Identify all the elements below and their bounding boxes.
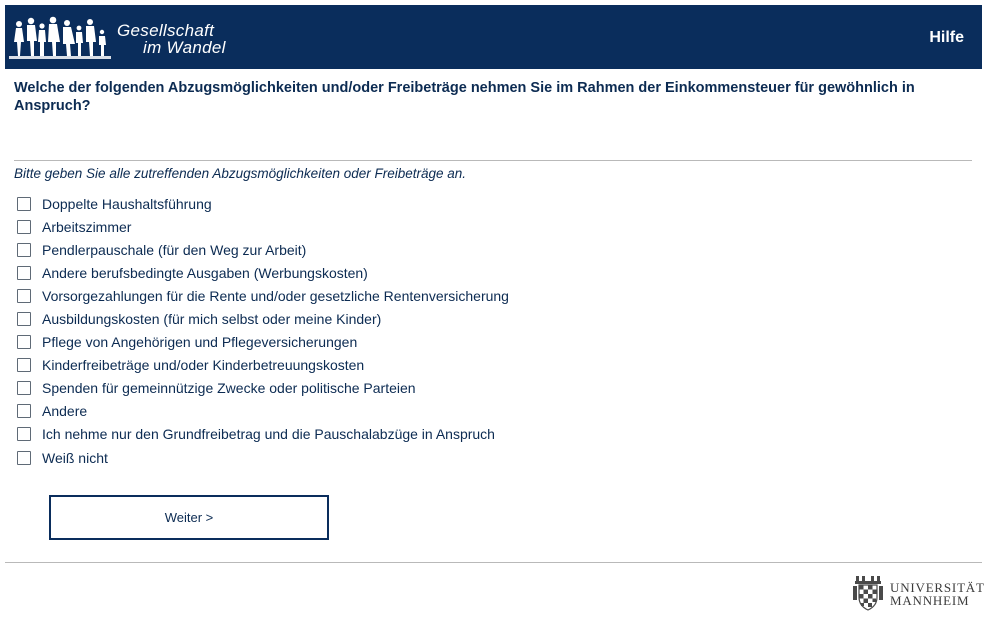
logo-line2: im Wandel bbox=[143, 38, 226, 57]
checkbox[interactable] bbox=[17, 312, 31, 327]
option-item[interactable]: Ich nehme nur den Grundfreibetrag und di… bbox=[17, 423, 509, 446]
divider bbox=[14, 160, 972, 161]
checkbox[interactable] bbox=[17, 265, 31, 280]
option-label[interactable]: Kinderfreibeträge und/oder Kinderbetreuu… bbox=[42, 357, 364, 373]
option-item[interactable]: Andere berufsbedingte Ausgaben (Werbungs… bbox=[17, 261, 509, 284]
option-item[interactable]: Weiß nicht bbox=[17, 446, 509, 469]
option-label[interactable]: Ausbildungskosten (für mich selbst oder … bbox=[42, 311, 381, 327]
option-label[interactable]: Weiß nicht bbox=[42, 450, 108, 466]
option-label[interactable]: Andere berufsbedingte Ausgaben (Werbungs… bbox=[42, 265, 368, 281]
option-item[interactable]: Pflege von Angehörigen und Pflegeversich… bbox=[17, 331, 509, 354]
option-item[interactable]: Andere bbox=[17, 400, 509, 423]
next-button[interactable]: Weiter > bbox=[49, 495, 329, 540]
option-label[interactable]: Ich nehme nur den Grundfreibetrag und di… bbox=[42, 426, 495, 442]
options-list: Doppelte Haushaltsführung Arbeitszimmer … bbox=[17, 192, 509, 469]
option-item[interactable]: Vorsorgezahlungen für die Rente und/oder… bbox=[17, 284, 509, 307]
option-item[interactable]: Doppelte Haushaltsführung bbox=[17, 192, 509, 215]
checkbox[interactable] bbox=[17, 219, 31, 234]
checkbox[interactable] bbox=[17, 427, 31, 442]
checkbox[interactable] bbox=[17, 288, 31, 303]
people-silhouettes-icon bbox=[9, 16, 111, 59]
option-label[interactable]: Arbeitszimmer bbox=[42, 219, 131, 235]
header-bar: Gesellschaft im Wandel Hilfe bbox=[5, 5, 982, 69]
checkbox[interactable] bbox=[17, 450, 31, 465]
help-link[interactable]: Hilfe bbox=[929, 29, 964, 47]
university-line2: MANNHEIM bbox=[890, 593, 970, 608]
option-label[interactable]: Pendlerpauschale (für den Weg zur Arbeit… bbox=[42, 242, 306, 258]
universitaet-mannheim-logo: UNIVERSITÄT MANNHEIM bbox=[850, 574, 985, 614]
option-item[interactable]: Arbeitszimmer bbox=[17, 215, 509, 238]
option-item[interactable]: Ausbildungskosten (für mich selbst oder … bbox=[17, 307, 509, 330]
instruction-text: Bitte geben Sie alle zutreffenden Abzugs… bbox=[14, 166, 467, 181]
gesellschaft-im-wandel-logo: Gesellschaft im Wandel bbox=[9, 12, 249, 66]
checkbox[interactable] bbox=[17, 196, 31, 211]
checkbox[interactable] bbox=[17, 404, 31, 419]
option-label[interactable]: Spenden für gemeinnützige Zwecke oder po… bbox=[42, 380, 416, 396]
option-label[interactable]: Doppelte Haushaltsführung bbox=[42, 196, 212, 212]
university-name: UNIVERSITÄT MANNHEIM bbox=[890, 581, 985, 607]
checkbox[interactable] bbox=[17, 358, 31, 373]
checkbox[interactable] bbox=[17, 242, 31, 257]
option-label[interactable]: Andere bbox=[42, 403, 87, 419]
option-item[interactable]: Spenden für gemeinnützige Zwecke oder po… bbox=[17, 377, 509, 400]
option-item[interactable]: Pendlerpauschale (für den Weg zur Arbeit… bbox=[17, 238, 509, 261]
footer-divider bbox=[5, 562, 982, 563]
logo-text: Gesellschaft im Wandel bbox=[117, 22, 226, 56]
option-label[interactable]: Pflege von Angehörigen und Pflegeversich… bbox=[42, 334, 357, 350]
option-label[interactable]: Vorsorgezahlungen für die Rente und/oder… bbox=[42, 288, 509, 304]
checkbox[interactable] bbox=[17, 335, 31, 350]
checkbox[interactable] bbox=[17, 381, 31, 396]
question-text: Welche der folgenden Abzugsmöglichkeiten… bbox=[14, 80, 915, 114]
option-item[interactable]: Kinderfreibeträge und/oder Kinderbetreuu… bbox=[17, 354, 509, 377]
castle-crest-icon bbox=[853, 576, 883, 611]
